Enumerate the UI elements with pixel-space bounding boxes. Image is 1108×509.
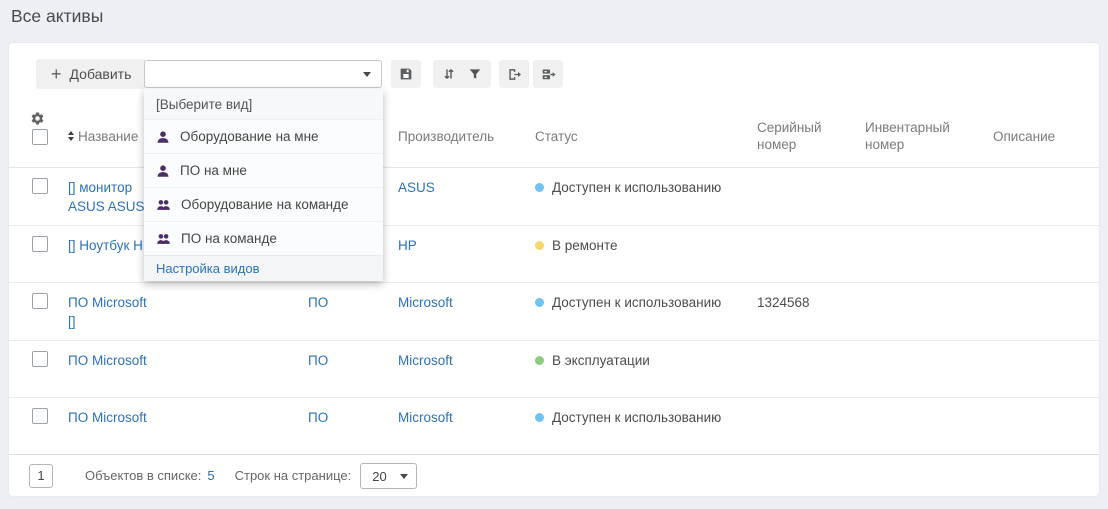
person-icon [156, 130, 170, 144]
view-dropdown-item-label: Оборудование на мне [180, 129, 319, 144]
status-dot [535, 183, 544, 192]
export-icon [506, 66, 522, 83]
row-checkbox[interactable] [32, 178, 48, 194]
asset-name-link[interactable]: [] Ноутбук HP [68, 236, 152, 255]
column-header-name[interactable]: Название [78, 128, 138, 145]
view-dropdown-item-label: ПО на команде [181, 231, 277, 246]
asset-type-link[interactable]: ПО [308, 410, 328, 425]
save-view-button[interactable] [391, 60, 421, 88]
gear-icon[interactable] [30, 111, 45, 130]
select-all-checkbox[interactable] [32, 129, 48, 145]
view-dropdown-item-software-on-me[interactable]: ПО на мне [144, 153, 383, 187]
table-footer: 1 Объектов в списке: 5 Строк на странице… [9, 454, 1099, 496]
view-dropdown-item-label: Оборудование на команде [181, 197, 348, 212]
archive-export-button[interactable] [533, 60, 563, 88]
sort-filter-group [433, 60, 491, 88]
sort-icon[interactable] [441, 66, 457, 82]
status-text: Доступен к использованию [552, 168, 721, 197]
people-icon [156, 198, 171, 212]
chevron-down-icon [363, 72, 371, 77]
inventory-cell [865, 398, 993, 456]
sort-toggle-icon[interactable] [68, 131, 74, 141]
asset-name-link[interactable]: [] монитор ASUS ASUS [68, 178, 152, 216]
status-text: Доступен к использованию [552, 398, 721, 427]
table-row: ПО Microsoft ПО Microsoft Доступен к исп… [9, 398, 1099, 456]
people-icon [156, 232, 171, 246]
column-header-manufacturer[interactable]: Производитель [398, 105, 535, 167]
objects-count-label: Объектов в списке: [85, 468, 201, 483]
asset-name-link[interactable]: ПО Microsoft [68, 408, 147, 427]
description-cell [993, 398, 1099, 456]
serial-cell [757, 168, 865, 225]
asset-name-link[interactable]: ПО Microsoft [68, 351, 147, 370]
asset-name-link[interactable]: ПО Microsoft [] [68, 293, 152, 331]
view-dropdown-item-equipment-on-team[interactable]: Оборудование на команде [144, 187, 383, 221]
asset-type-link[interactable]: ПО [308, 353, 328, 368]
column-header-description[interactable]: Описание [993, 105, 1099, 167]
status-text: В ремонте [552, 226, 618, 255]
status-dot [535, 298, 544, 307]
status-text: Доступен к использованию [552, 283, 721, 312]
column-header-status[interactable]: Статус [535, 105, 757, 167]
person-icon [156, 164, 170, 178]
view-dropdown-item-equipment-on-me[interactable]: Оборудование на мне [144, 119, 383, 153]
view-dropdown-item-software-on-team[interactable]: ПО на команде [144, 221, 383, 255]
manufacturer-link[interactable]: Microsoft [398, 295, 453, 310]
plus-icon: + [51, 65, 62, 83]
table-row: ПО Microsoft ПО Microsoft В эксплуатации [9, 341, 1099, 399]
row-checkbox[interactable] [32, 236, 48, 252]
serial-cell [757, 341, 865, 398]
rows-per-page-label: Строк на странице: [235, 468, 352, 483]
chevron-down-icon [400, 474, 408, 479]
row-checkbox[interactable] [32, 408, 48, 424]
column-header-serial[interactable]: Серийный номер [757, 105, 865, 167]
description-cell [993, 341, 1099, 398]
row-checkbox[interactable] [32, 293, 48, 309]
status-dot [535, 241, 544, 250]
serial-cell [757, 398, 865, 456]
status-dot [535, 413, 544, 422]
row-checkbox[interactable] [32, 351, 48, 367]
view-select[interactable] [144, 60, 382, 88]
inventory-cell [865, 168, 993, 225]
objects-count-value: 5 [207, 468, 214, 483]
inventory-cell [865, 283, 993, 340]
inventory-cell [865, 226, 993, 283]
manufacturer-link[interactable]: Microsoft [398, 353, 453, 368]
filter-icon[interactable] [467, 66, 483, 82]
manufacturer-link[interactable]: Microsoft [398, 410, 453, 425]
rows-per-page-select[interactable]: 20 [360, 463, 417, 489]
view-dropdown-item-label: ПО на мне [180, 163, 247, 178]
page-number-button[interactable]: 1 [29, 464, 53, 488]
description-cell [993, 226, 1099, 283]
asset-type-link[interactable]: ПО [308, 295, 328, 310]
description-cell [993, 283, 1099, 340]
manufacturer-link[interactable]: HP [398, 238, 417, 253]
status-dot [535, 356, 544, 365]
view-dropdown: [Выберите вид] Оборудование на мне ПО на… [144, 89, 383, 281]
save-icon [398, 66, 414, 82]
description-cell [993, 168, 1099, 225]
serial-cell: 1324568 [757, 283, 865, 340]
rows-per-page-value: 20 [372, 469, 386, 484]
add-button-label: Добавить [70, 66, 132, 82]
page-title: Все активы [11, 6, 103, 27]
export-button[interactable] [499, 60, 529, 88]
add-button[interactable]: + Добавить [36, 59, 146, 89]
view-settings-link[interactable]: Настройка видов [144, 255, 383, 281]
status-text: В эксплуатации [552, 341, 650, 370]
archive-export-icon [540, 66, 556, 83]
serial-cell [757, 226, 865, 283]
column-header-inventory[interactable]: Инвентарный номер [865, 105, 993, 167]
view-dropdown-placeholder[interactable]: [Выберите вид] [144, 89, 383, 119]
inventory-cell [865, 341, 993, 398]
manufacturer-link[interactable]: ASUS [398, 180, 435, 195]
table-row: ПО Microsoft [] ПО Microsoft Доступен к … [9, 283, 1099, 341]
assets-panel: + Добавить [8, 42, 1100, 497]
